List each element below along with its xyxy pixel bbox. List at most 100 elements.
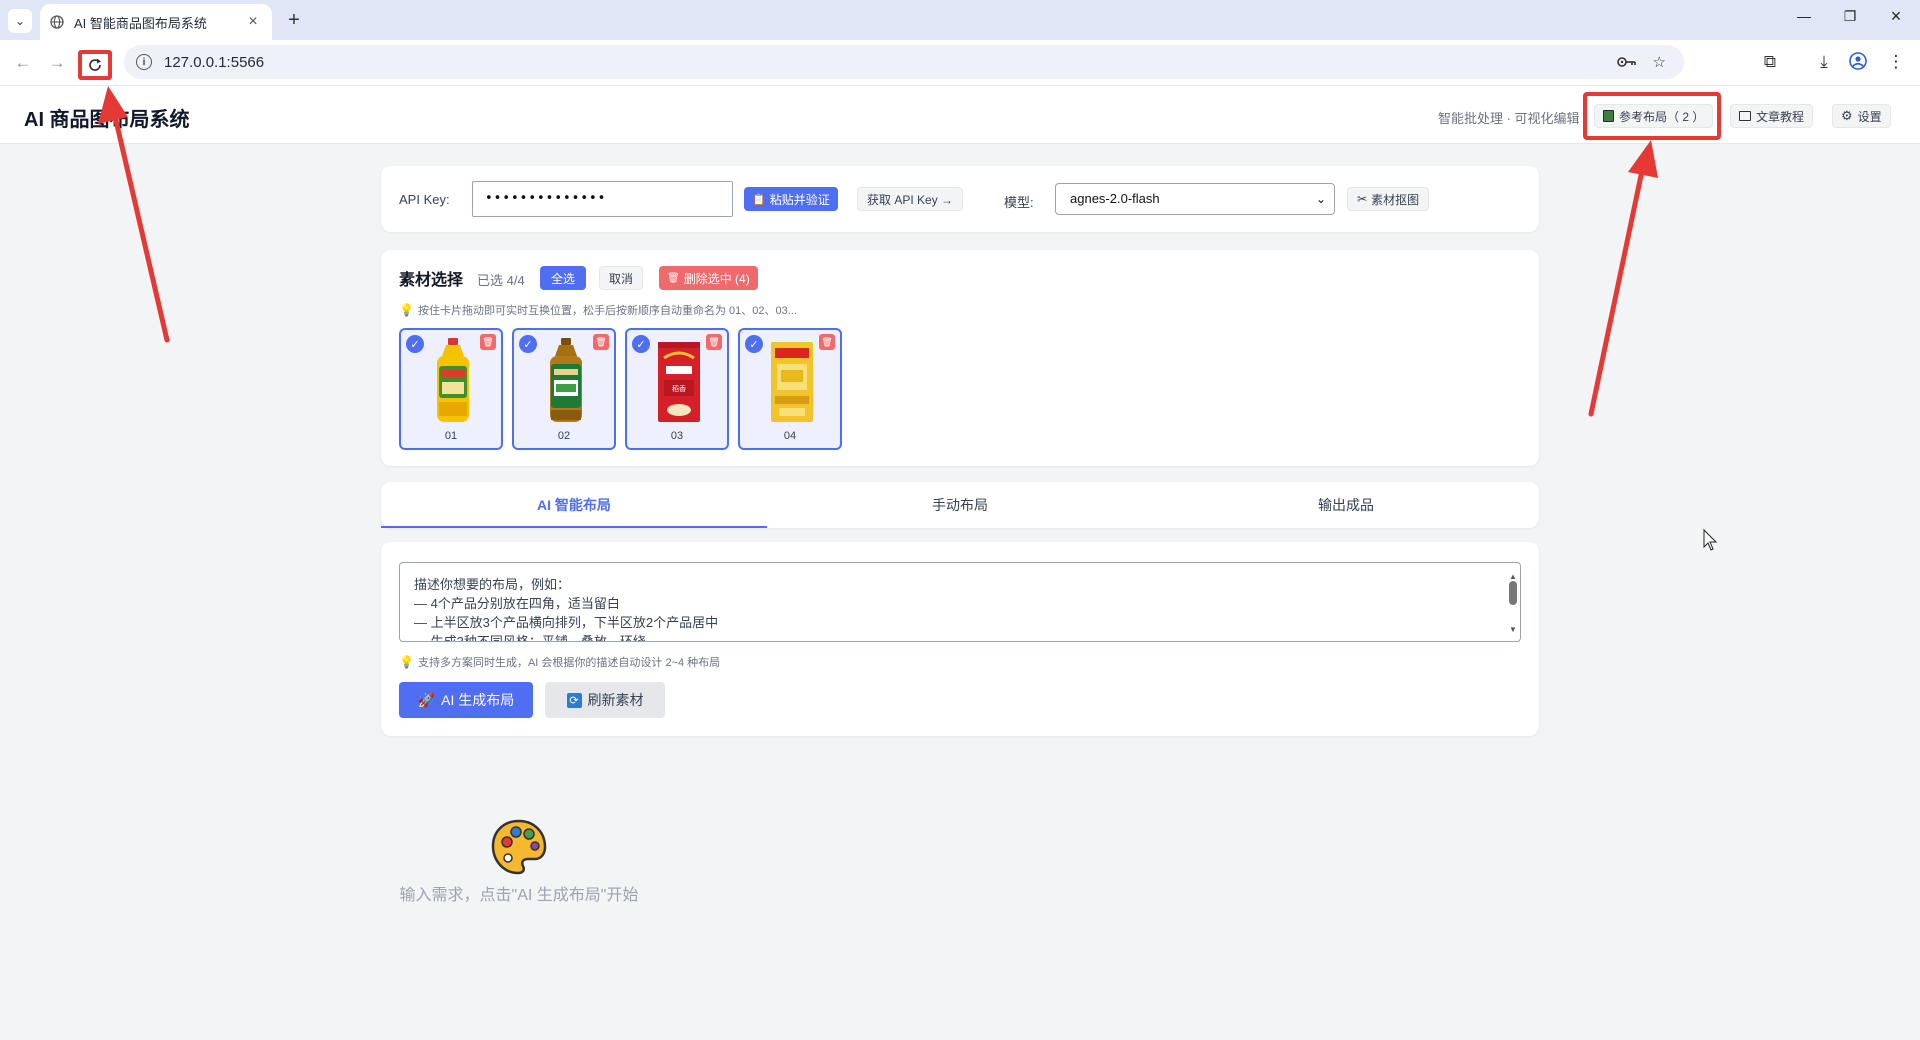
material-label: 04 — [783, 430, 797, 442]
new-tab-button[interactable]: + — [282, 8, 306, 32]
material-label: 02 — [557, 430, 571, 442]
product-image-rice-bag-red: 稻香 — [658, 342, 700, 422]
delete-icon[interactable]: 🗑 — [819, 334, 835, 350]
material-hint-text: 按住卡片拖动即可实时互换位置，松手后按新顺序自动重命名为 01、02、03... — [417, 305, 797, 317]
get-api-key-label: 获取 API Key → — [867, 192, 954, 207]
palette-icon — [491, 819, 547, 875]
model-select[interactable]: agnes-2.0-flash ⌄ — [1055, 183, 1335, 215]
gear-icon: ⚙ — [1841, 108, 1853, 123]
api-settings-card: API Key: •••••••••••••• 📋 粘贴并验证 获取 API K… — [381, 166, 1539, 232]
paste-verify-button[interactable]: 📋 粘贴并验证 — [744, 187, 838, 211]
address-bar[interactable]: i 127.0.0.1:5566 ☆ — [124, 45, 1684, 79]
product-image-oil-bottle-green — [550, 338, 582, 422]
settings-button[interactable]: ⚙ 设置 — [1832, 104, 1891, 128]
extensions-icon[interactable]: ⧉ — [1758, 52, 1782, 72]
annotation-highlight-box — [1583, 92, 1721, 140]
chevron-down-icon: ⌄ — [14, 14, 26, 28]
product-image-oil-bottle-yellow — [437, 338, 469, 422]
browser-tab[interactable]: AI 智能商品图布局系统 × — [40, 4, 272, 40]
select-all-button[interactable]: 全选 — [540, 266, 587, 290]
browser-toolbar: ← → i 127.0.0.1:5566 ☆ ⧉ ⤓ ⋮ — [0, 40, 1920, 86]
prompt-placeholder-line: — 生成3种不同风格：平铺、叠放、环绕 — [414, 634, 646, 642]
reload-button[interactable] — [78, 50, 112, 80]
empty-state: 输入需求，点击"AI 生成布局"开始 — [399, 818, 639, 906]
globe-icon — [50, 15, 64, 29]
tab-output[interactable]: 输出成品 — [1153, 482, 1539, 528]
cancel-selection-button[interactable]: 取消 — [599, 266, 644, 290]
ai-layout-panel: 描述你想要的布局，例如： — 4个产品分别放在四角，适当留白 — 上半区放3个产… — [381, 542, 1539, 736]
header-subtitle: 智能批处理 · 可视化编辑 — [1438, 111, 1580, 126]
prompt-placeholder-line: — 4个产品分别放在四角，适当留白 — [414, 596, 620, 611]
delete-selected-label: 删除选中 (4) — [683, 271, 750, 286]
tab-manual-layout[interactable]: 手动布局 — [767, 482, 1153, 528]
layout-prompt-textarea[interactable]: 描述你想要的布局，例如： — 4个产品分别放在四角，适当留白 — 上半区放3个产… — [399, 562, 1521, 642]
key-icon[interactable] — [1616, 55, 1637, 69]
check-icon[interactable]: ✓ — [632, 335, 650, 353]
refresh-materials-label: 刷新素材 — [587, 692, 644, 708]
get-api-key-button[interactable]: 获取 API Key → — [857, 187, 964, 211]
trash-icon: 🗑 — [667, 272, 680, 284]
restore-icon[interactable]: ❐ — [1838, 8, 1862, 25]
check-icon[interactable]: ✓ — [406, 335, 424, 353]
material-card-03[interactable]: ✓ 🗑 稻香 03 — [625, 328, 729, 450]
more-menu-icon[interactable]: ⋮ — [1884, 52, 1908, 72]
browser-tab-bar: ⌄ AI 智能商品图布局系统 × + — ❐ × — [0, 0, 1920, 40]
material-selection-card: 素材选择 已选 4/4 全选 取消 🗑 删除选中 (4) 💡 按住卡片拖动即可实… — [381, 250, 1539, 466]
reload-icon — [89, 58, 101, 71]
textarea-scrollbar[interactable]: ▲ ▼ — [1508, 567, 1518, 639]
url-text[interactable]: 127.0.0.1:5566 — [164, 54, 1617, 71]
minimize-icon[interactable]: — — [1792, 8, 1816, 24]
tutorial-button[interactable]: 文章教程 — [1730, 104, 1814, 128]
delete-icon[interactable]: 🗑 — [480, 334, 496, 350]
cutout-button[interactable]: ✂ 素材抠图 — [1347, 187, 1430, 211]
ai-generate-label: AI 生成布局 — [441, 692, 515, 708]
tab-close-icon[interactable]: × — [244, 13, 262, 31]
prompt-placeholder-line: — 上半区放3个产品横向排列，下半区放2个产品居中 — [414, 615, 719, 630]
material-label: 01 — [444, 430, 458, 442]
close-window-icon[interactable]: × — [1884, 6, 1908, 27]
tab-ai-layout[interactable]: AI 智能布局 — [381, 482, 767, 528]
clipboard-icon: 📋 — [752, 193, 766, 206]
model-select-value: agnes-2.0-flash — [1070, 191, 1160, 206]
material-hint: 💡 按住卡片拖动即可实时互换位置，松手后按新顺序自动重命名为 01、02、03.… — [399, 302, 797, 318]
product-image-rice-bag-yellow — [771, 342, 813, 422]
chevron-down-icon: ⌄ — [1315, 192, 1326, 206]
material-card-02[interactable]: ✓ 🗑 02 — [512, 328, 616, 450]
model-label: 模型: — [1004, 195, 1034, 210]
forward-icon[interactable]: → — [44, 51, 70, 75]
ai-generate-button[interactable]: 🚀 AI 生成布局 — [399, 682, 533, 718]
material-title: 素材选择 — [399, 272, 464, 289]
material-card-04[interactable]: ✓ 🗑 04 — [738, 328, 842, 450]
mouse-cursor-icon — [1703, 528, 1718, 551]
annotation-arrow-right — [1588, 140, 1658, 417]
bookmark-star-icon[interactable]: ☆ — [1653, 53, 1666, 71]
material-card-01[interactable]: ✓ 🗑 01 — [399, 328, 503, 450]
refresh-materials-button[interactable]: ⟳ 刷新素材 — [545, 682, 665, 718]
site-info-icon[interactable]: i — [136, 54, 152, 70]
paste-verify-label: 粘贴并验证 — [769, 192, 830, 207]
check-icon[interactable]: ✓ — [519, 335, 537, 353]
refresh-icon: ⟳ — [566, 692, 582, 708]
tutorial-label: 文章教程 — [1756, 109, 1805, 124]
lightbulb-icon: 💡 — [399, 655, 414, 669]
scissors-icon: ✂ — [1357, 192, 1368, 206]
delete-icon[interactable]: 🗑 — [593, 334, 609, 350]
tab-search-button[interactable]: ⌄ — [8, 9, 32, 33]
scroll-down-icon[interactable]: ▼ — [1508, 620, 1518, 639]
document-icon — [1739, 111, 1751, 121]
mode-tabs: AI 智能布局 手动布局 输出成品 — [381, 482, 1539, 528]
api-key-label: API Key: — [399, 192, 450, 207]
check-icon[interactable]: ✓ — [745, 335, 763, 353]
scroll-thumb[interactable] — [1509, 581, 1517, 605]
lightbulb-icon: 💡 — [399, 303, 414, 317]
delete-selected-button[interactable]: 🗑 删除选中 (4) — [659, 266, 758, 290]
back-icon[interactable]: ← — [10, 51, 36, 75]
delete-icon[interactable]: 🗑 — [706, 334, 722, 350]
profile-icon[interactable] — [1846, 52, 1870, 75]
app-title: AI 商品图布局系统 — [24, 109, 190, 131]
api-key-input[interactable]: •••••••••••••• — [472, 181, 733, 217]
empty-state-text: 输入需求，点击"AI 生成布局"开始 — [399, 887, 639, 904]
download-icon[interactable]: ⤓ — [1812, 52, 1836, 72]
svg-text:稻香: 稻香 — [672, 384, 686, 393]
cutout-label: 素材抠图 — [1371, 192, 1420, 207]
